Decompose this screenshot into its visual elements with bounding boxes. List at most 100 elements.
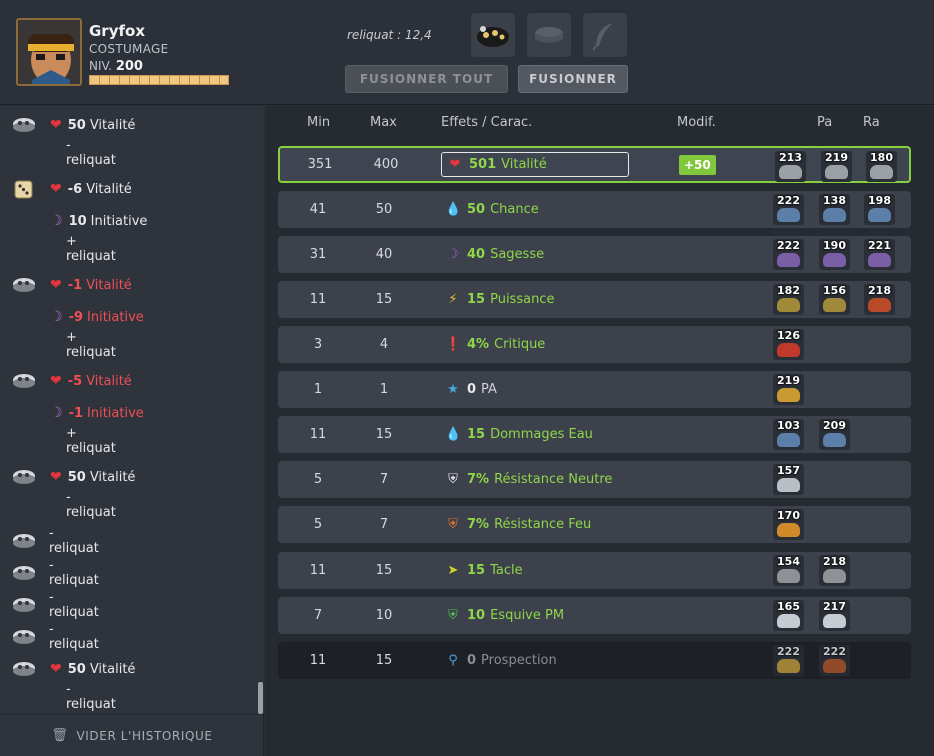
rune-button[interactable]: 217: [819, 600, 850, 631]
effect-cell: ⛨ 7% Résistance Neutre: [439, 461, 669, 498]
effect-value: ⛨ 7% Résistance Feu: [439, 517, 591, 532]
rune-icon: [11, 114, 37, 136]
rune-icon: [777, 343, 800, 357]
rune-count: 103: [777, 419, 800, 432]
history-label: Vitalité: [86, 181, 132, 197]
rune-button[interactable]: 103: [773, 419, 804, 450]
effect-value: ★ 0 PA: [439, 382, 497, 397]
history-value: 50: [67, 469, 86, 485]
water-drop-icon: 💧: [445, 202, 462, 217]
history-list[interactable]: ❤ 50 Vitalité - reliquat ❤ -6 Vitalité ☽ 10 Initi…: [0, 106, 256, 714]
effect-row[interactable]: 11 15 💧 15 Dommages Eau 103 209: [278, 416, 911, 453]
scrollbar-thumb[interactable]: [258, 682, 263, 714]
shield-fire-icon: ⛨: [448, 517, 458, 532]
min-cell: 1: [313, 382, 323, 397]
rune-icon: [11, 658, 37, 680]
effect-row[interactable]: 5 7 ⛨ 7% Résistance Feu 170: [278, 506, 911, 543]
rune-icon: [868, 298, 891, 312]
rune-button[interactable]: 126: [773, 329, 804, 360]
character-subtitle: COSTUMAGE: [89, 42, 169, 56]
history-value: 10: [68, 213, 87, 229]
effect-cell: ☽ 40 Sagesse: [439, 236, 669, 273]
rune-button[interactable]: 222: [773, 239, 804, 270]
rune-icon: [777, 208, 800, 222]
min-cell: 11: [309, 427, 327, 442]
rune-icon: [823, 298, 846, 312]
rune-icon: [777, 659, 800, 673]
rune-button[interactable]: 218: [864, 284, 895, 315]
effect-row[interactable]: 351 400 ❤ 501 Vitalité +50 213 219 180: [278, 146, 911, 183]
effect-row[interactable]: 1 1 ★ 0 PA 219: [278, 371, 911, 408]
rune-button[interactable]: 157: [773, 464, 804, 495]
rune-count: 156: [823, 284, 846, 297]
effect-input[interactable]: ❤ 501 Vitalité: [441, 152, 629, 177]
rune-button[interactable]: 213: [775, 151, 806, 182]
rune-button[interactable]: 221: [864, 239, 895, 270]
rune-button[interactable]: 156: [819, 284, 850, 315]
trash-icon: 🗑: [51, 728, 69, 743]
rune-icon: [777, 614, 800, 628]
shield-neutral-icon: ⛨: [448, 472, 458, 487]
history-scrollbar[interactable]: [256, 106, 264, 714]
rune-count: 138: [823, 194, 846, 207]
rune-count: 222: [823, 645, 846, 658]
effect-row[interactable]: 11 15 ⚲ 0 Prospection 222 222: [278, 642, 911, 679]
item-slot[interactable]: [471, 13, 515, 57]
rune-button[interactable]: 222: [773, 645, 804, 676]
effect-cell: ⚲ 0 Prospection: [439, 642, 669, 679]
effect-cell: ⚡ 15 Puissance: [439, 281, 669, 318]
effect-row[interactable]: 31 40 ☽ 40 Sagesse 222 190 221: [278, 236, 911, 273]
rune-slot[interactable]: [527, 13, 571, 57]
rune-button[interactable]: 170: [773, 509, 804, 540]
effect-row[interactable]: 5 7 ⛨ 7% Résistance Neutre 157: [278, 461, 911, 498]
effect-row[interactable]: 41 50 💧 50 Chance 222 138 198: [278, 191, 911, 228]
character-name: Gryfox: [89, 22, 145, 40]
history-label: Initiative: [90, 213, 148, 229]
rune-icon: [777, 253, 800, 267]
lightning-icon: ⚡: [448, 292, 458, 307]
rune-icon: [11, 370, 37, 392]
col-min: Min: [307, 115, 331, 130]
rune-button[interactable]: 219: [821, 151, 852, 182]
rune-button[interactable]: 180: [866, 151, 897, 182]
rune-icon: [11, 466, 37, 488]
effect-value: ⚡ 15 Puissance: [439, 292, 554, 307]
effect-row[interactable]: 3 4 ❗ 4% Critique 126: [278, 326, 911, 363]
effect-row[interactable]: 11 15 ⚡ 15 Puissance 182 156 218: [278, 281, 911, 318]
rune-count: 165: [777, 600, 800, 613]
heart-icon: ❤: [50, 661, 62, 677]
character-avatar: [16, 18, 82, 86]
effect-value: ⛨ 10 Esquive PM: [439, 608, 564, 623]
magnifier-icon: ⚲: [448, 653, 458, 668]
effect-row[interactable]: 7 10 ⛨ 10 Esquive PM 165 217: [278, 597, 911, 634]
history-sidebar: ❤ 50 Vitalité - reliquat ❤ -6 Vitalité ☽ 10 Initi…: [0, 106, 264, 756]
history-label: - reliquat: [49, 590, 99, 620]
fusionner-tout-button[interactable]: FUSIONNER TOUT: [345, 65, 508, 93]
rune-count: 218: [823, 555, 846, 568]
rune-icon: [777, 433, 800, 447]
effect-name: Chance: [490, 202, 539, 217]
effect-amount: 501: [469, 157, 497, 172]
rune-button[interactable]: 165: [773, 600, 804, 631]
rune-button[interactable]: 190: [819, 239, 850, 270]
rune-button[interactable]: 218: [819, 555, 850, 586]
fusionner-button[interactable]: FUSIONNER: [518, 65, 628, 93]
history-label: Vitalité: [89, 469, 136, 485]
effect-row[interactable]: 11 15 ➤ 15 Tacle 154 218: [278, 552, 911, 589]
rune-button[interactable]: 219: [773, 374, 804, 405]
effect-cell: ⛨ 7% Résistance Feu: [439, 506, 669, 543]
effect-name: Sagesse: [490, 247, 545, 262]
min-cell: 11: [309, 563, 327, 578]
heart-icon: ❤: [50, 469, 62, 485]
rune-button[interactable]: 222: [773, 194, 804, 225]
rune-button[interactable]: 198: [864, 194, 895, 225]
rune-button[interactable]: 182: [773, 284, 804, 315]
rune-button[interactable]: 222: [819, 645, 850, 676]
item-icon: [477, 26, 509, 47]
rune-button[interactable]: 209: [819, 419, 850, 450]
rune-button[interactable]: 154: [773, 555, 804, 586]
rune-button[interactable]: 138: [819, 194, 850, 225]
clear-history-button[interactable]: 🗑 VIDER L'HISTORIQUE: [0, 714, 264, 756]
potion-slot[interactable]: [583, 13, 627, 57]
rune-icon: [777, 569, 800, 583]
